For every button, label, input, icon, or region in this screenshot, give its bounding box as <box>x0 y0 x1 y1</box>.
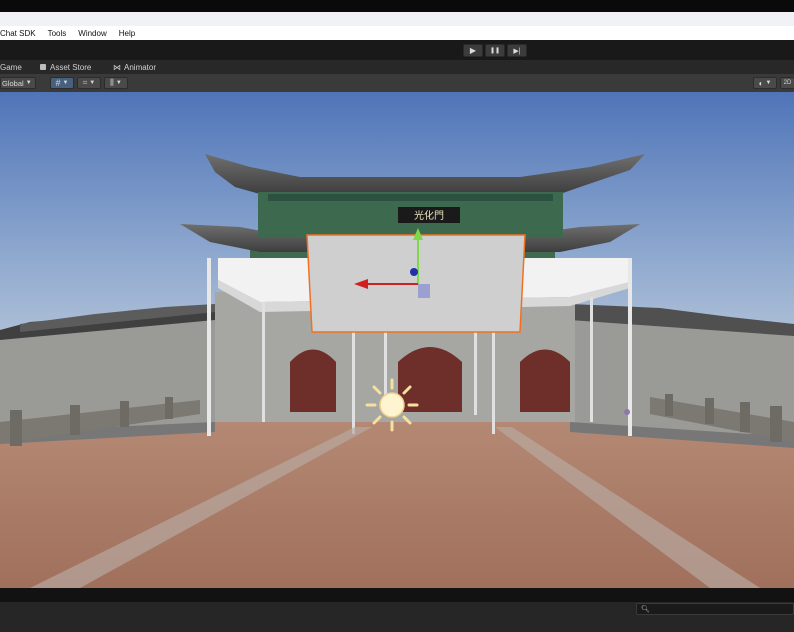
menu-tools[interactable]: Tools <box>42 29 73 38</box>
pause-icon: ❚❚ <box>489 48 501 54</box>
step-button[interactable]: ▶| <box>507 44 527 57</box>
snap-icon: ⌗ <box>82 78 88 87</box>
directional-light-icon[interactable] <box>365 378 419 432</box>
pivot-space-dropdown[interactable]: Global ▼ <box>0 77 36 89</box>
play-button[interactable]: ▶ <box>463 44 483 57</box>
play-mode-bar <box>0 40 794 60</box>
signboard-text: 光化門 <box>414 209 444 222</box>
snap-toggle[interactable]: ⌗ ▼ <box>77 77 101 89</box>
menu-bar: Chat SDK Tools Window Help <box>0 26 794 40</box>
menu-window[interactable]: Window <box>72 29 112 38</box>
scene-object-marker[interactable] <box>624 409 630 415</box>
menu-chat-sdk[interactable]: Chat SDK <box>0 29 42 38</box>
2d-toggle[interactable]: 2D <box>780 77 794 89</box>
pause-button[interactable]: ❚❚ <box>485 44 505 57</box>
title-strip <box>0 12 794 26</box>
chevron-down-icon: ▼ <box>89 80 96 86</box>
gizmo-z-handle[interactable] <box>410 268 418 276</box>
gizmos-dropdown[interactable]: ◐ ▼ <box>753 77 777 89</box>
step-icon: ▶| <box>513 47 521 55</box>
search-input[interactable]: 🔍︎ <box>636 603 794 615</box>
tab-animator[interactable]: ⋈ Animator <box>113 60 156 74</box>
increment-icon: ⫼ <box>110 78 114 87</box>
grid-toggle[interactable]: # ▼ <box>50 77 74 89</box>
window-top-bar <box>0 0 794 12</box>
chevron-down-icon: ▼ <box>115 80 122 86</box>
increment-snap-toggle[interactable]: ⫼ ▼ <box>104 77 128 89</box>
gizmo-plane-handle[interactable] <box>418 284 430 298</box>
scene-viewport[interactable]: 光化門 <box>0 92 794 588</box>
play-icon: ▶ <box>469 46 477 55</box>
shopping-bag-icon <box>40 64 46 70</box>
gizmo-icon: ◐ <box>758 78 764 88</box>
status-bar <box>0 588 794 602</box>
tabs-bar: Game Asset Store ⋈ Animator <box>0 60 794 74</box>
animator-icon: ⋈ <box>113 62 121 72</box>
tab-game[interactable]: Game <box>0 60 22 74</box>
chevron-down-icon: ▼ <box>765 80 772 86</box>
grid-icon: # <box>55 78 61 88</box>
chevron-down-icon: ▼ <box>25 80 32 86</box>
tab-asset-store[interactable]: Asset Store <box>40 60 91 74</box>
menu-help[interactable]: Help <box>113 29 141 38</box>
chevron-down-icon: ▼ <box>62 80 69 86</box>
search-icon: 🔍︎ <box>641 606 650 613</box>
